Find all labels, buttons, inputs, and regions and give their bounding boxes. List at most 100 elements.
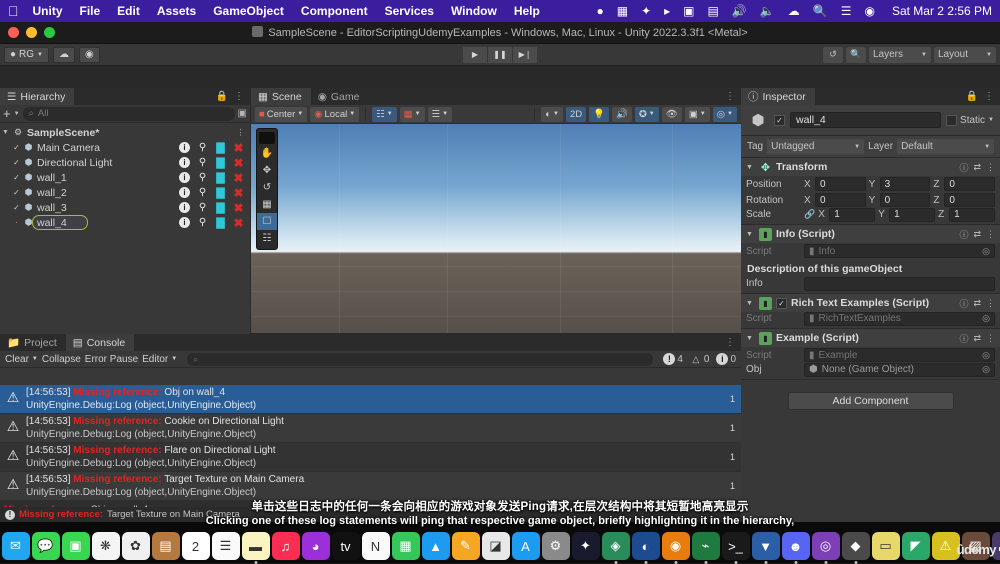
search-icon[interactable]: 🔍 (813, 4, 828, 18)
delete-icon[interactable]: ✖ (233, 217, 244, 228)
object-picker-icon[interactable]: ◎ (982, 350, 990, 361)
unity-hub-icon[interactable]: ◈ (602, 532, 630, 560)
checkbox-icon[interactable]: ✓ (11, 158, 22, 167)
warning-app-icon[interactable]: ⚠ (932, 532, 960, 560)
hierarchy-search-input[interactable]: ⌕ All (23, 107, 235, 121)
chevron-down-icon[interactable]: ▼ (14, 111, 20, 117)
object-picker-icon[interactable]: ◎ (982, 246, 990, 257)
rotation-x-input[interactable]: 0 (815, 193, 866, 207)
delete-icon[interactable]: ✖ (233, 202, 244, 213)
editor-dropdown[interactable]: Editor ▼ (142, 354, 177, 365)
tab-console[interactable]: ▤ Console (66, 334, 134, 351)
rotation-y-input[interactable]: 0 (880, 193, 931, 207)
music-icon[interactable]: ♫ (272, 532, 300, 560)
chevron-down-icon[interactable]: ▼ (746, 300, 755, 307)
screenshot-icon[interactable]: ▦ (617, 4, 628, 18)
menu-edit[interactable]: Edit (117, 4, 140, 18)
console-status-bar[interactable]: ! Missing reference: Target Texture on M… (0, 507, 741, 522)
help-icon[interactable]: ⓘ (959, 297, 968, 310)
obs-icon[interactable]: ◎ (812, 532, 840, 560)
preset-icon[interactable]: ⇄ (973, 333, 981, 344)
add-gameobject-button[interactable]: + (3, 107, 11, 120)
cyan-marker-icon[interactable]: ▇ (215, 187, 226, 198)
magnify-icon[interactable]: ⚲ (197, 142, 208, 153)
siri-icon[interactable]: ◉ (864, 4, 874, 18)
appstore-photos-icon[interactable]: ✿ (122, 532, 150, 560)
preset-icon[interactable]: ⇄ (973, 298, 981, 309)
layer-dropdown[interactable]: Default ▼ (897, 139, 994, 154)
cyan-marker-icon[interactable]: ▇ (215, 217, 226, 228)
chevron-down-icon[interactable]: ▼ (746, 164, 755, 171)
lighting-toggle[interactable]: 💡 (589, 107, 609, 122)
hierarchy-item-wall-3[interactable]: ✓ ⬢ wall_3 i ⚲ ▇ ✖ (0, 200, 250, 215)
example-script-reference[interactable]: ▮ Example ◎ (804, 348, 995, 362)
example-script-header[interactable]: ▼ ▮ Example (Script) ⓘ ⇄ ⋮ (741, 329, 1000, 347)
chevron-down-icon[interactable]: ▼ (988, 117, 994, 123)
facetime-icon[interactable]: ▣ (62, 532, 90, 560)
menu-window[interactable]: Window (451, 4, 497, 18)
maximize-button[interactable] (44, 27, 55, 38)
draw-mode-dropdown[interactable]: ◐▼ (541, 107, 563, 122)
info-icon[interactable]: i (179, 157, 190, 168)
unity-icon[interactable]: ◆ (842, 532, 870, 560)
contacts-icon[interactable]: ▤ (152, 532, 180, 560)
console-log-entry[interactable]: ⚠ [14:56:53] Missing reference: Flare on… (0, 443, 741, 472)
rider-icon[interactable]: ◐ (632, 532, 660, 560)
checkbox-icon[interactable]: ✓ (11, 173, 22, 182)
menu-unity[interactable]: Unity (33, 4, 63, 18)
appstore-icon[interactable]: A (512, 532, 540, 560)
menu-assets[interactable]: Assets (157, 4, 196, 18)
object-enabled-checkbox[interactable]: ✓ (774, 115, 785, 126)
checkbox-icon[interactable]: ✓ (11, 188, 22, 197)
play-button[interactable]: ▶ (463, 47, 487, 63)
align-button[interactable]: ☰▼ (428, 107, 452, 122)
cyan-marker-icon[interactable]: ▇ (215, 172, 226, 183)
checkbox-icon[interactable]: ✓ (11, 143, 22, 152)
grid-snap-button[interactable]: ☷▼ (372, 107, 396, 122)
info-icon[interactable]: i (179, 142, 190, 153)
toolbar-settings-button[interactable]: ◉ (79, 47, 100, 63)
magnify-icon[interactable]: ⚲ (197, 187, 208, 198)
info-icon[interactable]: i (179, 202, 190, 213)
rich-text-script-reference[interactable]: ▮ RichTextExamples ◎ (804, 312, 995, 326)
menu-component[interactable]: Component (301, 4, 368, 18)
scale-z-input[interactable]: 1 (949, 208, 995, 222)
preset-icon[interactable]: ⇄ (973, 229, 981, 240)
chevron-down-icon[interactable]: ▼ (0, 129, 11, 136)
terminal-icon[interactable]: >_ (722, 532, 750, 560)
delete-icon[interactable]: ✖ (233, 187, 244, 198)
console-detail-pane[interactable]: Missing reference: Obj on wall_4 UnityEn… (0, 501, 741, 522)
blender-icon[interactable]: ◉ (662, 532, 690, 560)
transform-tool-icon[interactable]: ☷ (257, 230, 277, 247)
tab-project[interactable]: 📁 Project (0, 334, 66, 351)
control-center-icon[interactable]: ☰ (841, 4, 852, 18)
object-picker-icon[interactable]: ◎ (982, 364, 990, 375)
warning-count[interactable]: △0 (690, 353, 710, 365)
audio-toggle[interactable]: 🔊 (612, 107, 632, 122)
tab-scene[interactable]: ▦ Scene (251, 88, 311, 105)
tag-dropdown[interactable]: Untagged ▼ (767, 139, 864, 154)
gizmos-dropdown[interactable]: ◎▼ (713, 107, 737, 122)
error-count[interactable]: !4 (663, 353, 683, 365)
news-icon[interactable]: N (362, 532, 390, 560)
info-script-header[interactable]: ▼ ▮ Info (Script) ⓘ ⇄ ⋮ (741, 225, 1000, 243)
hierarchy-item-wall-4[interactable]: · ⬢ wall_4 i ⚲ ▇ ✖ (0, 215, 250, 230)
rect-tool-icon[interactable]: ☐ (257, 213, 277, 230)
cloud-button[interactable]: ☁ (53, 47, 75, 63)
settings-icon[interactable]: ⚙ (542, 532, 570, 560)
pages-icon[interactable]: ✎ (452, 532, 480, 560)
vlc-icon[interactable]: ▼ (752, 532, 780, 560)
keynote-icon[interactable]: ▲ (422, 532, 450, 560)
more-menu-icon[interactable]: ⋮ (986, 162, 995, 173)
scale-x-input[interactable]: 1 (829, 208, 875, 222)
calendar-icon[interactable]: 2 (182, 532, 210, 560)
delete-icon[interactable]: ✖ (233, 172, 244, 183)
checkbox-icon[interactable]: · (11, 218, 22, 227)
scale-tool-icon[interactable]: ▦ (257, 196, 277, 213)
volume-icon[interactable]: 🔊 (732, 4, 747, 18)
effects-dropdown[interactable]: ✪▼ (635, 107, 659, 122)
wifi-icon[interactable]: ☁ (788, 4, 800, 18)
appletv-icon[interactable]: tv (332, 532, 360, 560)
object-name-input[interactable]: wall_4 (790, 112, 941, 128)
display-icon[interactable]: ▤ (708, 4, 719, 18)
